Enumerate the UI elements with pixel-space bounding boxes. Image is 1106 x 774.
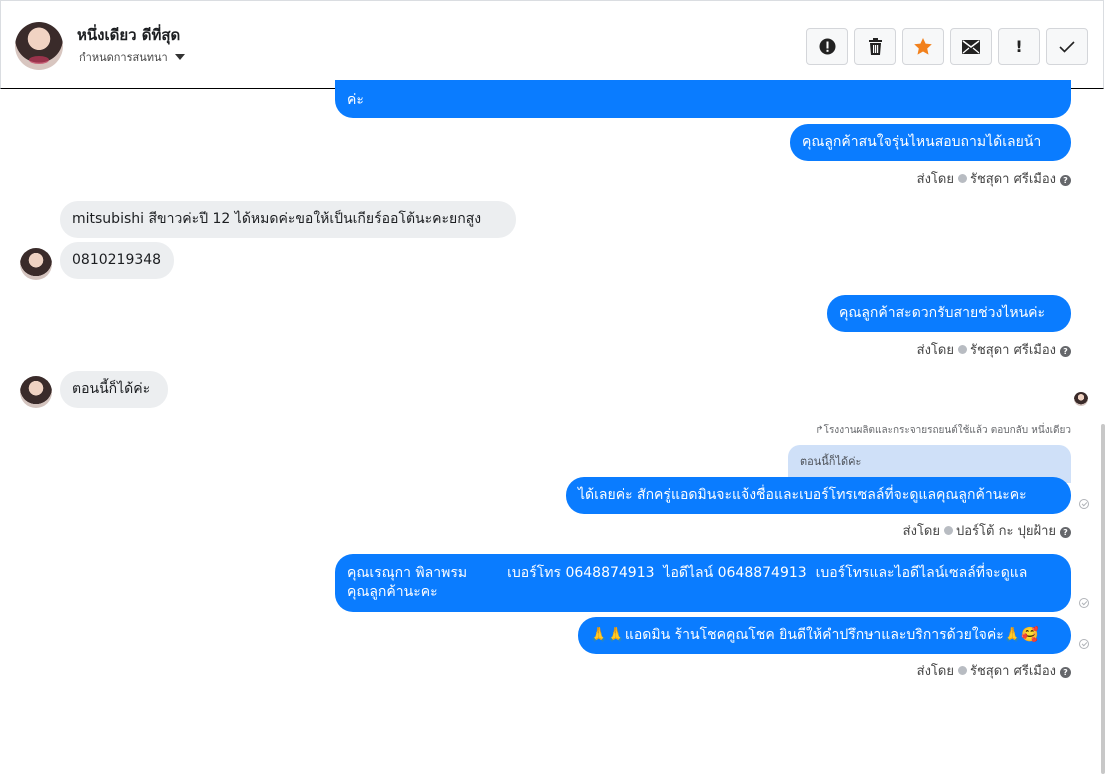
mark-done-button[interactable] [1046,28,1088,65]
message-text: 0810219348 [72,252,162,268]
message-incoming[interactable]: 0810219348 [60,242,174,279]
sender-name[interactable]: รัชสุดา ศรีเมือง [970,172,1056,187]
contact-avatar-small [20,248,52,280]
conversation-header: หนึ่งเดียว ดีที่สุด กำหนดการสนทนา ! [0,0,1104,89]
help-icon[interactable]: ? [1060,175,1071,186]
trash-icon [868,38,882,55]
help-icon[interactable]: ? [1060,667,1071,678]
star-icon [914,38,932,55]
sent-by-label: ส่งโดย [902,524,940,539]
help-icon[interactable]: ? [1060,346,1071,357]
contact-avatar-small [20,376,52,408]
caret-down-icon [174,54,185,60]
sender-name[interactable]: รัชสุดา ศรีเมือง [970,664,1056,679]
envelope-icon [962,39,980,54]
follow-up-button[interactable]: ! [998,28,1040,65]
sent-by-info: ส่งโดย ปอร์โต้ กะ ปุยฝ้าย? [903,520,1071,541]
sender-name[interactable]: รัชสุดา ศรีเมือง [970,343,1056,358]
mark-unread-button[interactable] [950,28,992,65]
message-incoming[interactable]: ตอนนี้ก็ได้ค่ะ [60,371,168,408]
message-outgoing[interactable]: คุณลูกค้าสนใจรุ่นไหนสอบถามได้เลยน้า [790,124,1071,161]
reply-indicator: ↱โรงงานผลิตและกระจายรถยนต์ใช้แล้ว ตอบกลั… [815,425,1071,436]
agent-icon [957,174,967,183]
agent-icon [957,345,967,354]
delete-button[interactable] [854,28,896,65]
sender-name[interactable]: ปอร์โต้ กะ ปุยฝ้าย [956,524,1056,539]
message-text: คุณลูกค้าสะดวกรับสายช่วงไหนค่ะ [839,305,1046,321]
sent-by-info: ส่งโดย รัชสุดา ศรีเมือง? [917,660,1071,681]
star-button[interactable] [902,28,944,65]
exclamation-circle-icon [819,38,835,55]
agent-icon [944,526,953,535]
check-icon [1059,40,1075,53]
exclamation-icon: ! [1015,37,1023,56]
message-text: ตอนนี้ก็ได้ค่ะ [72,381,151,397]
contact-avatar[interactable] [15,22,63,70]
message-text: mitsubishi สีขาวค่ะปี 12 ได้หมดค่ะขอให้เ… [72,211,482,227]
message-text: 🙏🙏แอดมิน ร้านโชคคูณโชค ยินดีให้คำปรึกษาแ… [590,627,1039,643]
spam-button[interactable] [806,28,848,65]
sent-by-info: ส่งโดย รัชสุดา ศรีเมือง? [917,168,1071,189]
message-text-line1: คุณเรณุกา พิลาพรม เบอร์โทร 0648874913 ไอ… [347,565,1028,581]
message-text: ได้เลยค่ะ สักครู่แอดมินจะแจ้งชื่อและเบอร… [578,487,1027,503]
message-outgoing[interactable]: คุณเรณุกา พิลาพรม เบอร์โทร 0648874913 ไอ… [335,554,1071,612]
message-thread: ค่ะ คุณลูกค้าสนใจรุ่นไหนสอบถามได้เลยน้า … [0,80,1106,774]
message-outgoing[interactable]: 🙏🙏แอดมิน ร้านโชคคูณโชค ยินดีให้คำปรึกษาแ… [578,617,1071,654]
seen-avatar [1074,392,1088,406]
message-outgoing[interactable]: คุณลูกค้าสะดวกรับสายช่วงไหนค่ะ [827,295,1071,332]
delivered-check-icon [1079,639,1089,649]
sent-by-label: ส่งโดย [916,343,954,358]
message-outgoing[interactable]: ได้เลยค่ะ สักครู่แอดมินจะแจ้งชื่อและเบอร… [566,477,1071,514]
sent-by-info: ส่งโดย รัชสุดา ศรีเมือง? [917,339,1071,360]
scrollbar[interactable] [1101,424,1105,774]
quoted-text: ตอนนี้ก็ได้ค่ะ [800,455,862,468]
message-incoming[interactable]: mitsubishi สีขาวค่ะปี 12 ได้หมดค่ะขอให้เ… [60,201,516,238]
sent-by-label: ส่งโดย [916,664,954,679]
contact-name[interactable]: หนึ่งเดียว ดีที่สุด [77,23,180,47]
message-text: คุณลูกค้าสนใจรุ่นไหนสอบถามได้เลยน้า [802,134,1042,150]
delivered-check-icon [1079,598,1089,608]
message-text-line2: คุณลูกค้านะคะ [347,584,438,600]
assign-conversation-dropdown[interactable]: กำหนดการสนทนา [79,48,185,66]
agent-icon [957,666,967,675]
help-icon[interactable]: ? [1060,527,1071,538]
message-text: ค่ะ [347,92,364,108]
delivered-check-icon [1079,499,1089,509]
message-outgoing[interactable]: ค่ะ [335,80,1071,118]
assign-label: กำหนดการสนทนา [79,51,168,64]
sent-by-label: ส่งโดย [916,172,954,187]
